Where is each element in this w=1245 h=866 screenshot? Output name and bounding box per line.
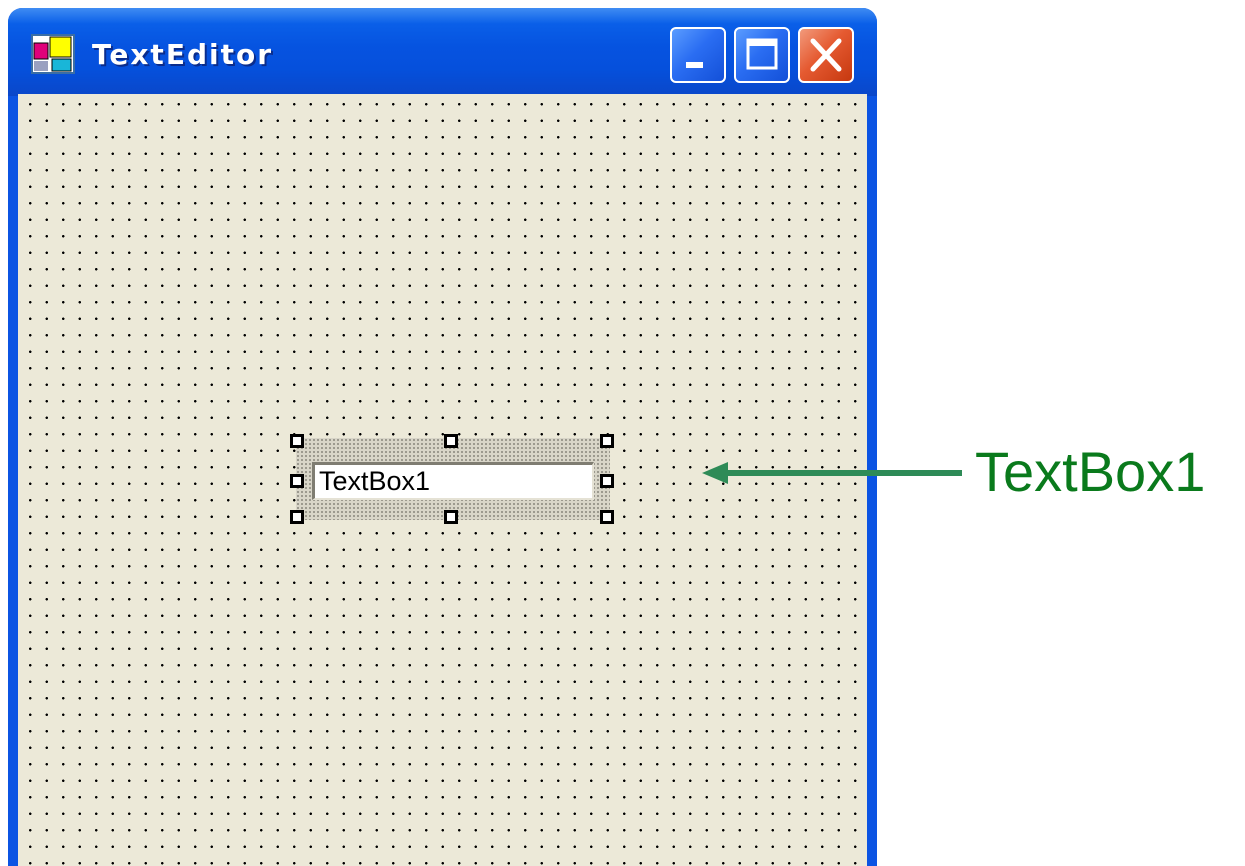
annotation-label: TextBox1 (975, 440, 1206, 503)
resize-handle-top[interactable] (444, 434, 458, 448)
minimize-button[interactable] (670, 27, 726, 83)
resize-handle-left[interactable] (290, 474, 304, 488)
close-button[interactable] (798, 27, 854, 83)
close-icon (810, 38, 842, 72)
window-title: TextEditor (92, 38, 274, 71)
textbox-control[interactable]: TextBox1 (312, 462, 594, 500)
form-icon (31, 34, 75, 74)
resize-handle-top-right[interactable] (600, 434, 614, 448)
maximize-button[interactable] (734, 27, 790, 83)
screenshot-stage: TextEditor TextBox1 TextBox1 (0, 0, 1245, 866)
minimize-icon (686, 62, 703, 68)
title-bar[interactable]: TextEditor (8, 8, 877, 96)
resize-handle-top-left[interactable] (290, 434, 304, 448)
annotation-arrow-icon (702, 462, 962, 484)
resize-handle-right[interactable] (600, 474, 614, 488)
form-designer-window: TextEditor TextBox1 (8, 8, 877, 866)
resize-handle-bottom-left[interactable] (290, 510, 304, 524)
resize-handle-bottom-right[interactable] (600, 510, 614, 524)
resize-handle-bottom[interactable] (444, 510, 458, 524)
maximize-icon (746, 38, 778, 70)
